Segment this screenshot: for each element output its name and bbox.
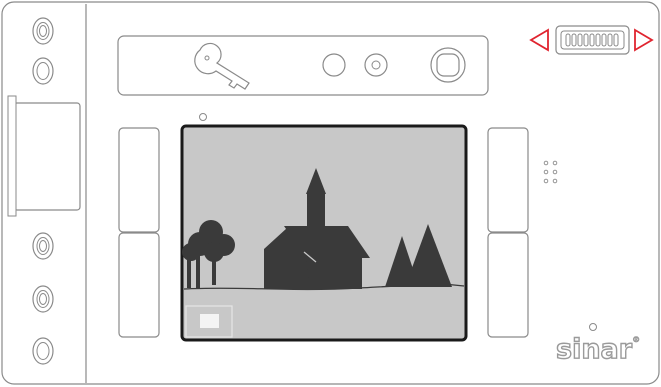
right-soft-key-top[interactable] (487, 127, 529, 233)
knob-top[interactable] (32, 17, 54, 45)
navigation-pad[interactable] (430, 47, 466, 83)
power-led (589, 323, 597, 331)
knob-3[interactable] (32, 232, 54, 260)
right-soft-key-bottom[interactable] (487, 232, 529, 338)
round-button-1[interactable] (322, 53, 346, 77)
preview-screen[interactable] (180, 124, 468, 342)
device-drawing (1, 1, 660, 385)
card-slot[interactable] (13, 102, 81, 211)
card-slot-edge (7, 95, 17, 217)
left-soft-key-bottom[interactable] (118, 232, 160, 338)
left-soft-key-top[interactable] (118, 127, 160, 233)
registered-mark: ® (632, 335, 641, 344)
brand-logo: sinar® (555, 334, 641, 365)
knob-2[interactable] (32, 57, 54, 85)
knob-4[interactable] (32, 285, 54, 313)
brand-logo-text: sinar (555, 334, 633, 365)
camera-back-panel: sinar® (0, 0, 661, 387)
round-button-2[interactable] (364, 53, 388, 77)
knob-5[interactable] (32, 337, 54, 365)
scroll-wheel[interactable] (555, 25, 630, 55)
status-led (199, 113, 207, 121)
